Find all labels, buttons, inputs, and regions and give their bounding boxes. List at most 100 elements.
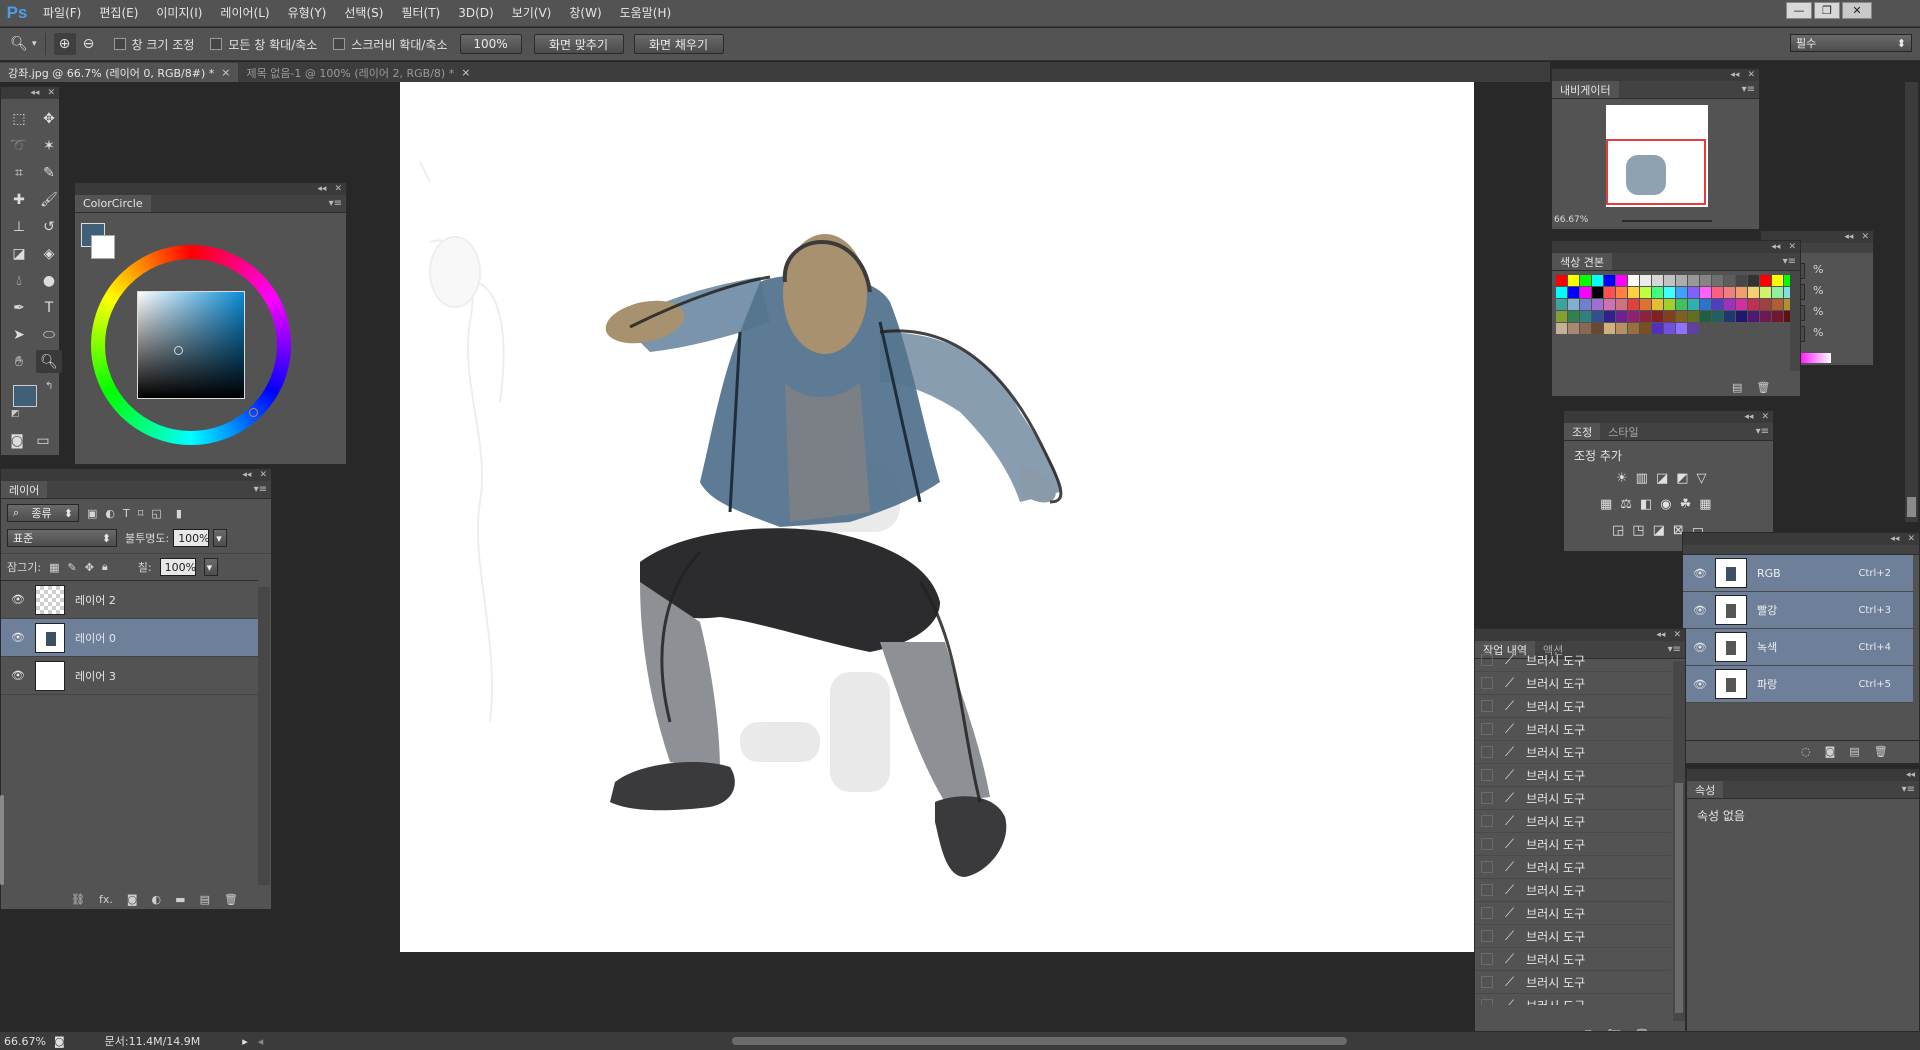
swatch[interactable] [1652,275,1663,286]
status-view-icon[interactable]: ◙ [54,1035,65,1048]
history-source-box[interactable] [1481,815,1493,827]
menu-item[interactable]: 레이어(L) [211,0,278,27]
opacity-slider-button[interactable]: ▾ [213,529,228,547]
swatch[interactable] [1748,299,1759,310]
swatch[interactable] [1724,275,1735,286]
menu-item[interactable]: 필터(T) [392,0,449,27]
swatch[interactable] [1616,275,1627,286]
lasso-tool-icon[interactable]: ➰ [6,134,32,157]
preset-dropdown-arrow-icon[interactable]: ▾ [32,39,37,49]
minimize-button[interactable]: — [1786,2,1812,19]
swatch[interactable] [1712,287,1723,298]
hue-ring[interactable] [91,245,291,445]
collapse-icon[interactable]: ◂◂ [242,470,251,480]
visibility-eye-icon[interactable]: 👁︎ [11,631,25,644]
navigator-zoom-slider[interactable] [1622,220,1712,222]
new-swatch-icon[interactable]: ▤ [1732,381,1742,394]
history-brush-tool-icon[interactable]: ↺ [36,215,62,238]
clone-stamp-tool-icon[interactable]: ⊥ [6,215,32,238]
workspace-select[interactable]: 필수 ⬍ [1790,34,1912,52]
swatch[interactable] [1724,311,1735,322]
collapse-icon[interactable]: ◂◂ [1656,630,1665,640]
swatch[interactable] [1724,299,1735,310]
swatch[interactable] [1688,299,1699,310]
swatch[interactable] [1772,311,1783,322]
swatch[interactable] [1676,311,1687,322]
history-row[interactable]: ⟋브러시 도구 [1475,948,1671,971]
history-scrollbar[interactable] [1673,661,1685,1021]
new-channel-icon[interactable]: ▤ [1849,745,1859,758]
new-layer-icon[interactable]: ▤ [200,893,210,906]
history-row[interactable]: ⟋브러시 도구 [1475,925,1671,948]
history-row[interactable]: ⟋브러시 도구 [1475,741,1671,764]
type-tool-icon[interactable]: T [36,296,62,319]
collapse-icon[interactable]: ◂◂ [1890,534,1899,544]
posterize-icon[interactable]: ◳ [1632,523,1644,538]
swatch[interactable] [1700,275,1711,286]
layer-row[interactable]: 👁︎ 레이어 0 [1,619,258,657]
channel-row[interactable]: 👁︎ 녹색 Ctrl+4 [1683,629,1913,666]
tab-swatches[interactable]: 색상 견본 [1552,253,1612,270]
swatch[interactable] [1700,299,1711,310]
history-row[interactable]: ⟋브러시 도구 [1475,649,1671,672]
history-source-box[interactable] [1481,723,1493,735]
menu-item[interactable]: 보기(V) [503,0,561,27]
swatch[interactable] [1676,299,1687,310]
save-selection-icon[interactable]: ◙ [1825,745,1836,758]
collapse-icon[interactable]: ◂◂ [1744,412,1753,422]
history-row[interactable]: ⟋브러시 도구 [1475,879,1671,902]
swatches-scrollbar[interactable] [1790,271,1800,371]
history-source-box[interactable] [1481,953,1493,965]
tab-properties[interactable]: 속성 [1687,781,1724,798]
history-scroll-thumb[interactable] [1675,783,1683,1013]
history-source-box[interactable] [1481,976,1493,988]
history-row[interactable]: ⟋브러시 도구 [1475,764,1671,787]
collapse-icon[interactable]: ◂◂ [1771,242,1780,252]
swatch[interactable] [1628,287,1639,298]
swatch[interactable] [1724,287,1735,298]
brush-tool-icon[interactable]: 🖌︎ [36,188,62,211]
swatch[interactable] [1616,299,1627,310]
swatch[interactable] [1604,299,1615,310]
invert-icon[interactable]: ◲ [1612,523,1624,538]
link-layers-icon[interactable]: ⛓ [71,893,85,906]
swatch[interactable] [1604,275,1615,286]
swatch[interactable] [1700,311,1711,322]
layer-style-icon[interactable]: fx. [99,893,113,906]
swatch[interactable] [1760,311,1771,322]
swatch[interactable] [1556,299,1567,310]
close-icon[interactable]: ✕ [334,184,342,194]
paint-bucket-tool-icon[interactable]: ◈ [36,242,62,265]
marquee-tool-icon[interactable]: ⬚ [6,107,32,130]
swatch[interactable] [1568,311,1579,322]
panel-menu-icon[interactable]: ▾≡ [1742,84,1755,95]
history-source-box[interactable] [1481,999,1493,1005]
swatch[interactable] [1760,299,1771,310]
menu-item[interactable]: 도움말(H) [611,0,681,27]
history-source-box[interactable] [1481,792,1493,804]
swatch[interactable] [1736,299,1747,310]
zoom-in-icon[interactable]: ⊕ [53,33,76,55]
history-row[interactable]: ⟋브러시 도구 [1475,672,1671,695]
collapse-icon[interactable]: ◂◂ [1730,70,1739,80]
right-scrollbar[interactable] [1905,82,1918,522]
history-source-box[interactable] [1481,907,1493,919]
restore-button[interactable]: ❐ [1814,2,1840,19]
canvas[interactable] [400,82,1474,952]
swatch[interactable] [1712,299,1723,310]
swatch[interactable] [1712,275,1723,286]
swatch[interactable] [1652,311,1663,322]
swatch[interactable] [1688,287,1699,298]
opacity-input[interactable]: 100% [173,529,210,547]
screen-mode-icon[interactable]: ▭ [35,429,51,452]
lock-paint-icon[interactable]: ✎ [67,561,76,574]
history-source-box[interactable] [1481,838,1493,850]
swatch[interactable] [1748,311,1759,322]
swatch[interactable] [1580,287,1591,298]
photo-filter-icon[interactable]: ◉ [1660,497,1671,512]
swatch[interactable] [1664,287,1675,298]
default-colors-icon[interactable]: ◩ [11,409,20,419]
filter-adjustment-icon[interactable]: ◐ [105,507,115,520]
visibility-eye-icon[interactable]: 👁︎ [11,669,25,682]
collapse-icon[interactable]: ◂◂ [1844,232,1853,242]
